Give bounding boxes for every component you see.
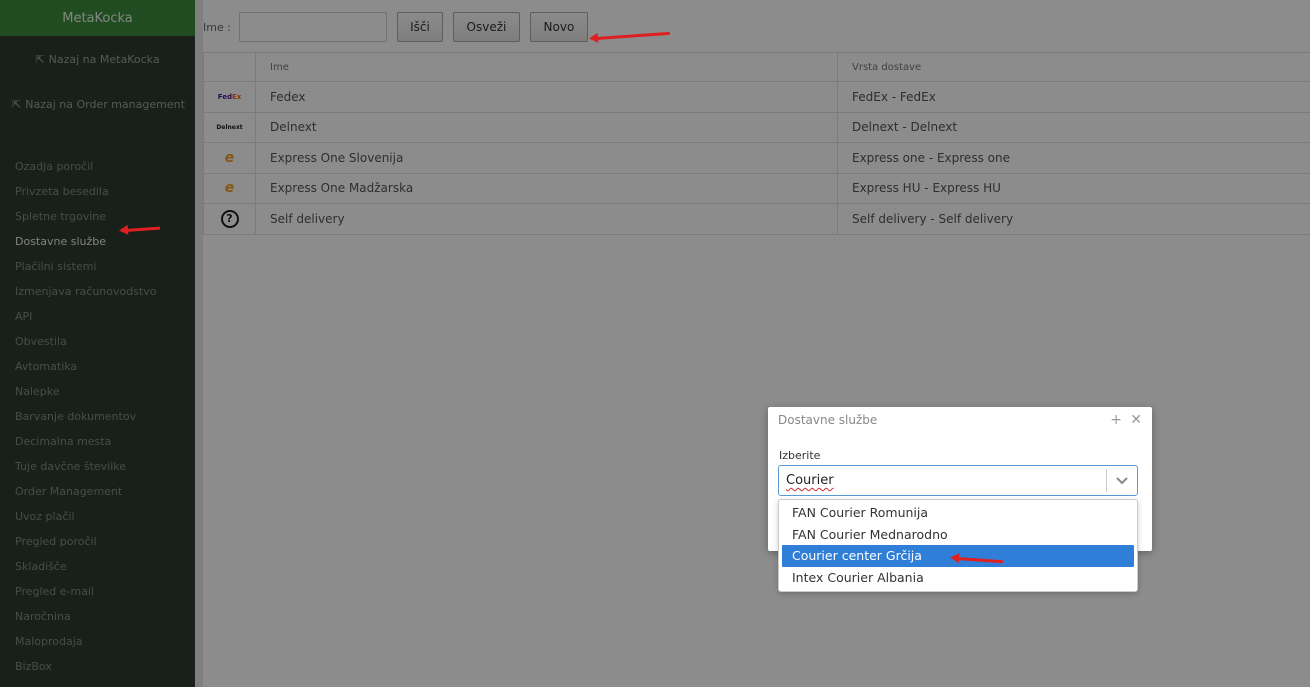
select-input-text[interactable]: Courier bbox=[779, 473, 1106, 488]
select-label: Izberite bbox=[779, 449, 821, 462]
chevron-down-icon[interactable] bbox=[1107, 476, 1137, 485]
dropdown-option[interactable]: FAN Courier Mednarodno bbox=[782, 524, 1134, 546]
close-icon[interactable]: ✕ bbox=[1130, 412, 1142, 428]
dropdown-option[interactable]: FAN Courier Romunija bbox=[782, 502, 1134, 524]
dropdown-option[interactable]: Intex Courier Albania bbox=[782, 567, 1134, 589]
maximize-icon[interactable]: + bbox=[1110, 412, 1122, 428]
delivery-service-select[interactable]: Courier bbox=[778, 465, 1138, 496]
select-dropdown-menu: FAN Courier Romunija FAN Courier Mednaro… bbox=[778, 499, 1138, 592]
dialog-title: Dostavne službe bbox=[778, 413, 878, 427]
